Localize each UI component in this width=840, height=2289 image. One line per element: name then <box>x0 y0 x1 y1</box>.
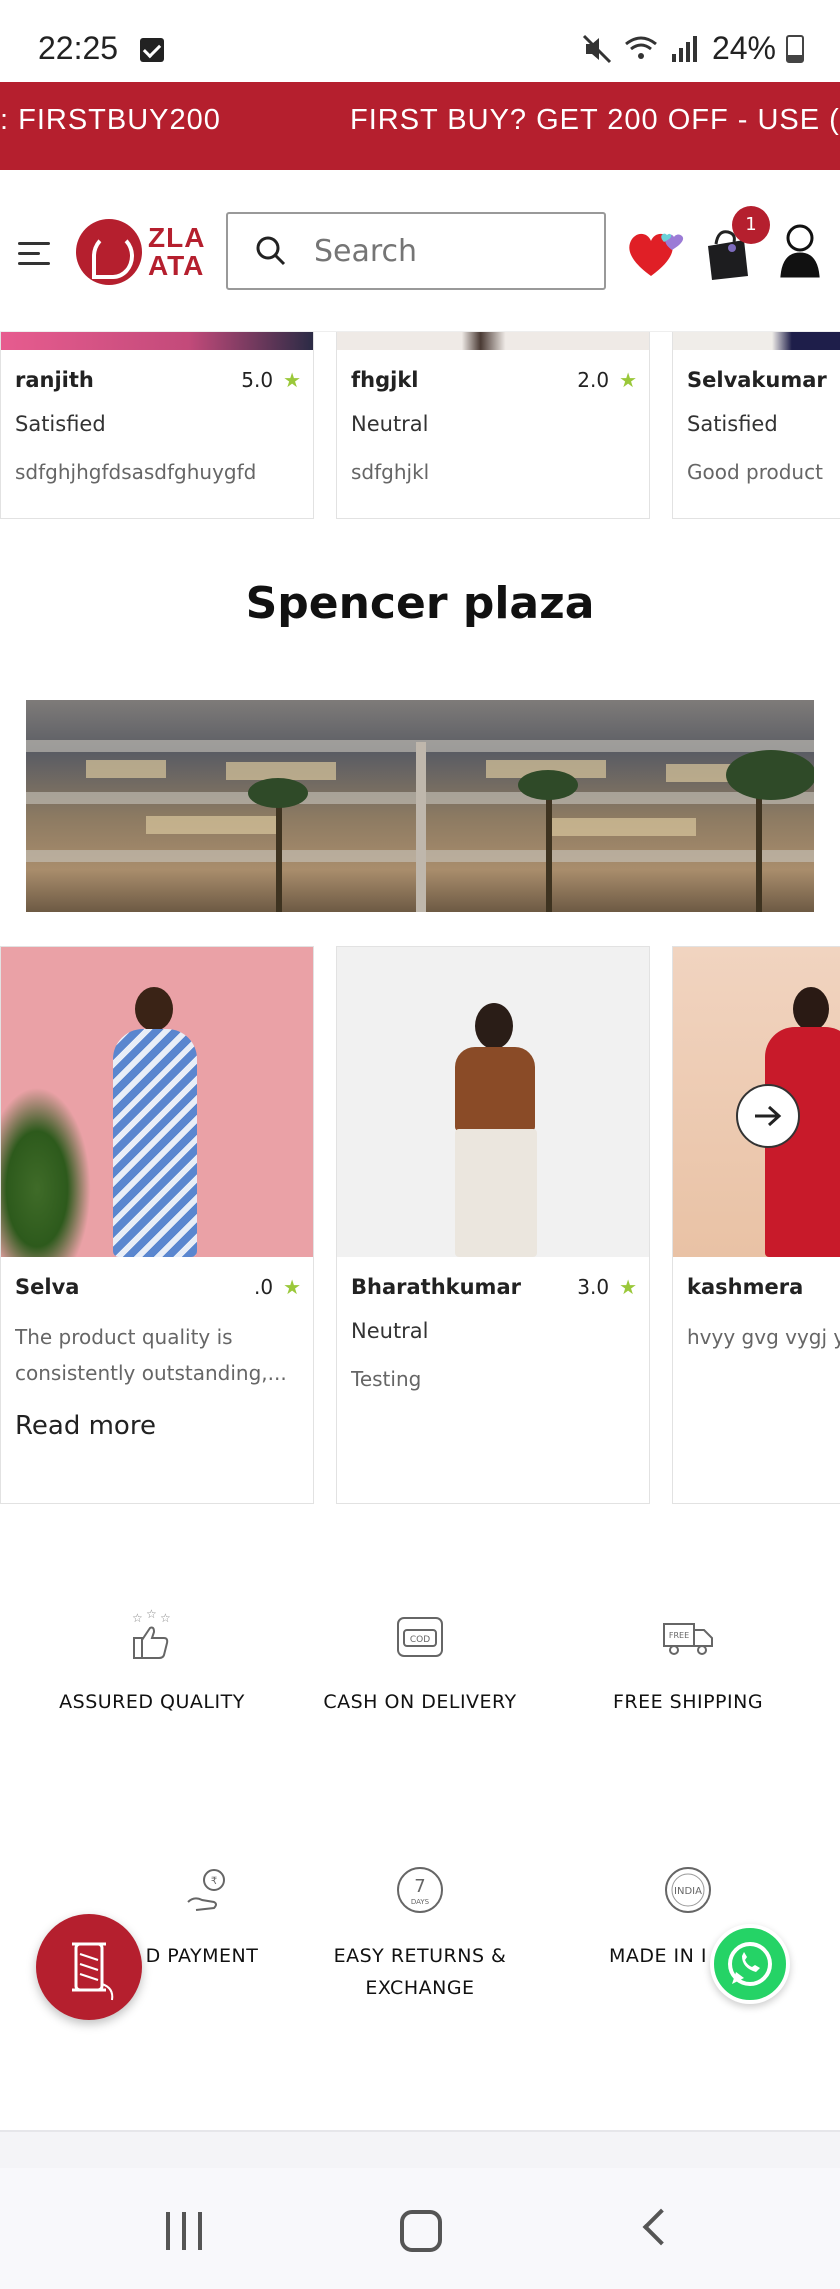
wishlist-heart-icon[interactable] <box>624 226 686 282</box>
review-comment: Testing <box>351 1367 422 1391</box>
battery-percent: 24% <box>711 30 776 66</box>
feature-label: ASSURED QUALITY <box>59 1691 245 1713</box>
footer-divider <box>0 2130 840 2168</box>
reviewer-name: kashmera <box>687 1275 804 1299</box>
secure-payment-icon: ₹ <box>187 1869 225 1911</box>
star-icon: ★ <box>619 368 637 392</box>
custom-stitching-button[interactable] <box>36 1914 142 2020</box>
review-comment: hvyy gvg vygj y <box>687 1325 840 1349</box>
review-card[interactable]: ranjith 5.0 ★ Satisfied sdfghjhgfdsasdfgh… <box>0 332 314 519</box>
wifi-icon <box>625 36 657 59</box>
svg-text:COD: COD <box>410 1635 430 1645</box>
cart-count-badge: 1 <box>732 206 770 244</box>
promo-banner[interactable]: : FIRSTBUY200 FIRST BUY? GET 200 OFF - U… <box>0 82 840 170</box>
logo-text-top: ZLA <box>148 222 206 253</box>
review-comment: sdfghjhgfdsasdfghuygfd <box>15 460 257 484</box>
review-sentiment: Satisfied <box>687 412 778 436</box>
header: ZLA ATA 1 <box>0 170 840 332</box>
logo-text-bottom: ATA <box>148 250 205 281</box>
feature-easy-returns: 7 DAYS EASY RETURNS & EXCHANGE <box>280 1862 560 2004</box>
review-rating: 5.0 ★ <box>241 368 301 392</box>
svg-text:☆: ☆ <box>132 1611 143 1625</box>
7-days-icon: 7DAYS <box>397 1867 443 1913</box>
product-image <box>1 332 313 350</box>
product-review-card[interactable]: kashmera hvyy gvg vygj y <box>672 946 840 1504</box>
feature-free-shipping: FREE FREE SHIPPING <box>548 1608 828 1718</box>
user-account-icon[interactable] <box>778 222 822 280</box>
feature-cash-on-delivery: COD CASH ON DELIVERY <box>280 1608 560 1718</box>
product-review-card[interactable]: Bharathkumar 3.0 ★ Neutral Testing <box>336 946 650 1504</box>
review-rating: 3.0 ★ <box>577 1275 637 1299</box>
svg-text:INDIA: INDIA <box>674 1886 702 1897</box>
svg-text:7: 7 <box>414 1876 425 1897</box>
reviewer-name: ranjith <box>15 368 94 392</box>
whatsapp-button[interactable] <box>710 1924 790 2004</box>
star-icon: ★ <box>283 1275 301 1299</box>
svg-text:☆: ☆ <box>146 1608 157 1621</box>
review-comment: The product quality is consistently outs… <box>15 1325 287 1385</box>
thumbs-up-stars-icon: ☆ ☆ ☆ <box>132 1607 171 1659</box>
review-sentiment: Satisfied <box>15 412 106 436</box>
review-rating: 2.0 ★ <box>577 368 637 392</box>
review-card[interactable]: fhgjkl 2.0 ★ Neutral sdfghjkl <box>336 332 650 519</box>
cod-icon: COD <box>397 1617 443 1657</box>
status-icons: 24% <box>580 30 804 67</box>
svg-text:₹: ₹ <box>211 1876 217 1887</box>
battery-icon <box>786 34 804 63</box>
store-banner-image[interactable] <box>26 700 814 912</box>
status-time: 22:25 <box>38 30 119 66</box>
star-icon: ★ <box>283 368 301 392</box>
review-sentiment: Neutral <box>351 412 429 436</box>
svg-text:☆: ☆ <box>160 1611 171 1625</box>
logo[interactable]: ZLA ATA <box>76 216 211 288</box>
product-image <box>1 947 313 1257</box>
whatsapp-icon <box>728 1942 772 1986</box>
status-bar: 22:25 24% <box>0 0 840 82</box>
reviewer-name: fhgjkl <box>351 368 419 392</box>
logo-bird-icon <box>76 219 142 285</box>
product-image <box>673 332 840 350</box>
svg-text:FREE: FREE <box>669 1631 689 1640</box>
feature-label: FREE SHIPPING <box>612 1691 764 1713</box>
system-navigation-bar <box>0 2168 840 2289</box>
search-box[interactable] <box>226 212 606 290</box>
section-title: Spencer plaza <box>245 578 595 629</box>
arrow-right-icon <box>755 1105 782 1127</box>
free-truck-icon: FREE <box>663 1623 713 1655</box>
promo-text-left: : FIRSTBUY200 <box>0 104 221 136</box>
feature-label: EASY RETURNS & EXCHANGE <box>333 1945 507 1999</box>
review-rating: .0 ★ <box>253 1275 301 1299</box>
star-icon: ★ <box>619 1275 637 1299</box>
search-icon[interactable] <box>256 236 286 266</box>
signal-icon <box>671 35 697 62</box>
reviewer-name: Selvakumar <box>687 368 827 392</box>
feature-label: CASH ON DELIVERY <box>323 1691 517 1713</box>
product-image <box>337 332 649 350</box>
promo-text-right: FIRST BUY? GET 200 OFF - USE ( <box>350 104 840 136</box>
india-badge-icon: INDIA <box>665 1867 711 1913</box>
back-icon[interactable] <box>642 2208 680 2246</box>
menu-icon[interactable] <box>18 242 50 266</box>
feature-assured-quality: ☆ ☆ ☆ ASSURED QUALITY <box>12 1607 292 1718</box>
mute-icon <box>582 34 612 63</box>
search-input[interactable] <box>314 228 594 274</box>
recents-icon[interactable] <box>166 2212 206 2250</box>
reviewer-name: Bharathkumar <box>351 1275 521 1299</box>
review-sentiment: Neutral <box>351 1319 429 1343</box>
review-comment: Good product <box>687 460 823 484</box>
product-image <box>337 947 649 1257</box>
svg-text:DAYS: DAYS <box>411 1898 430 1906</box>
review-card[interactable]: Selvakumar Satisfied Good product <box>672 332 840 519</box>
home-icon[interactable] <box>400 2210 442 2252</box>
checkbox-notification-icon <box>140 38 164 62</box>
thread-spool-icon <box>72 1942 114 2001</box>
carousel-next-button[interactable] <box>736 1084 800 1148</box>
review-comment: sdfghjkl <box>351 460 430 484</box>
product-review-card[interactable]: Selva .0 ★ The product quality is consist… <box>0 946 314 1504</box>
reviewer-name: Selva <box>15 1275 80 1299</box>
read-more-link[interactable]: Read more <box>15 1411 156 1441</box>
